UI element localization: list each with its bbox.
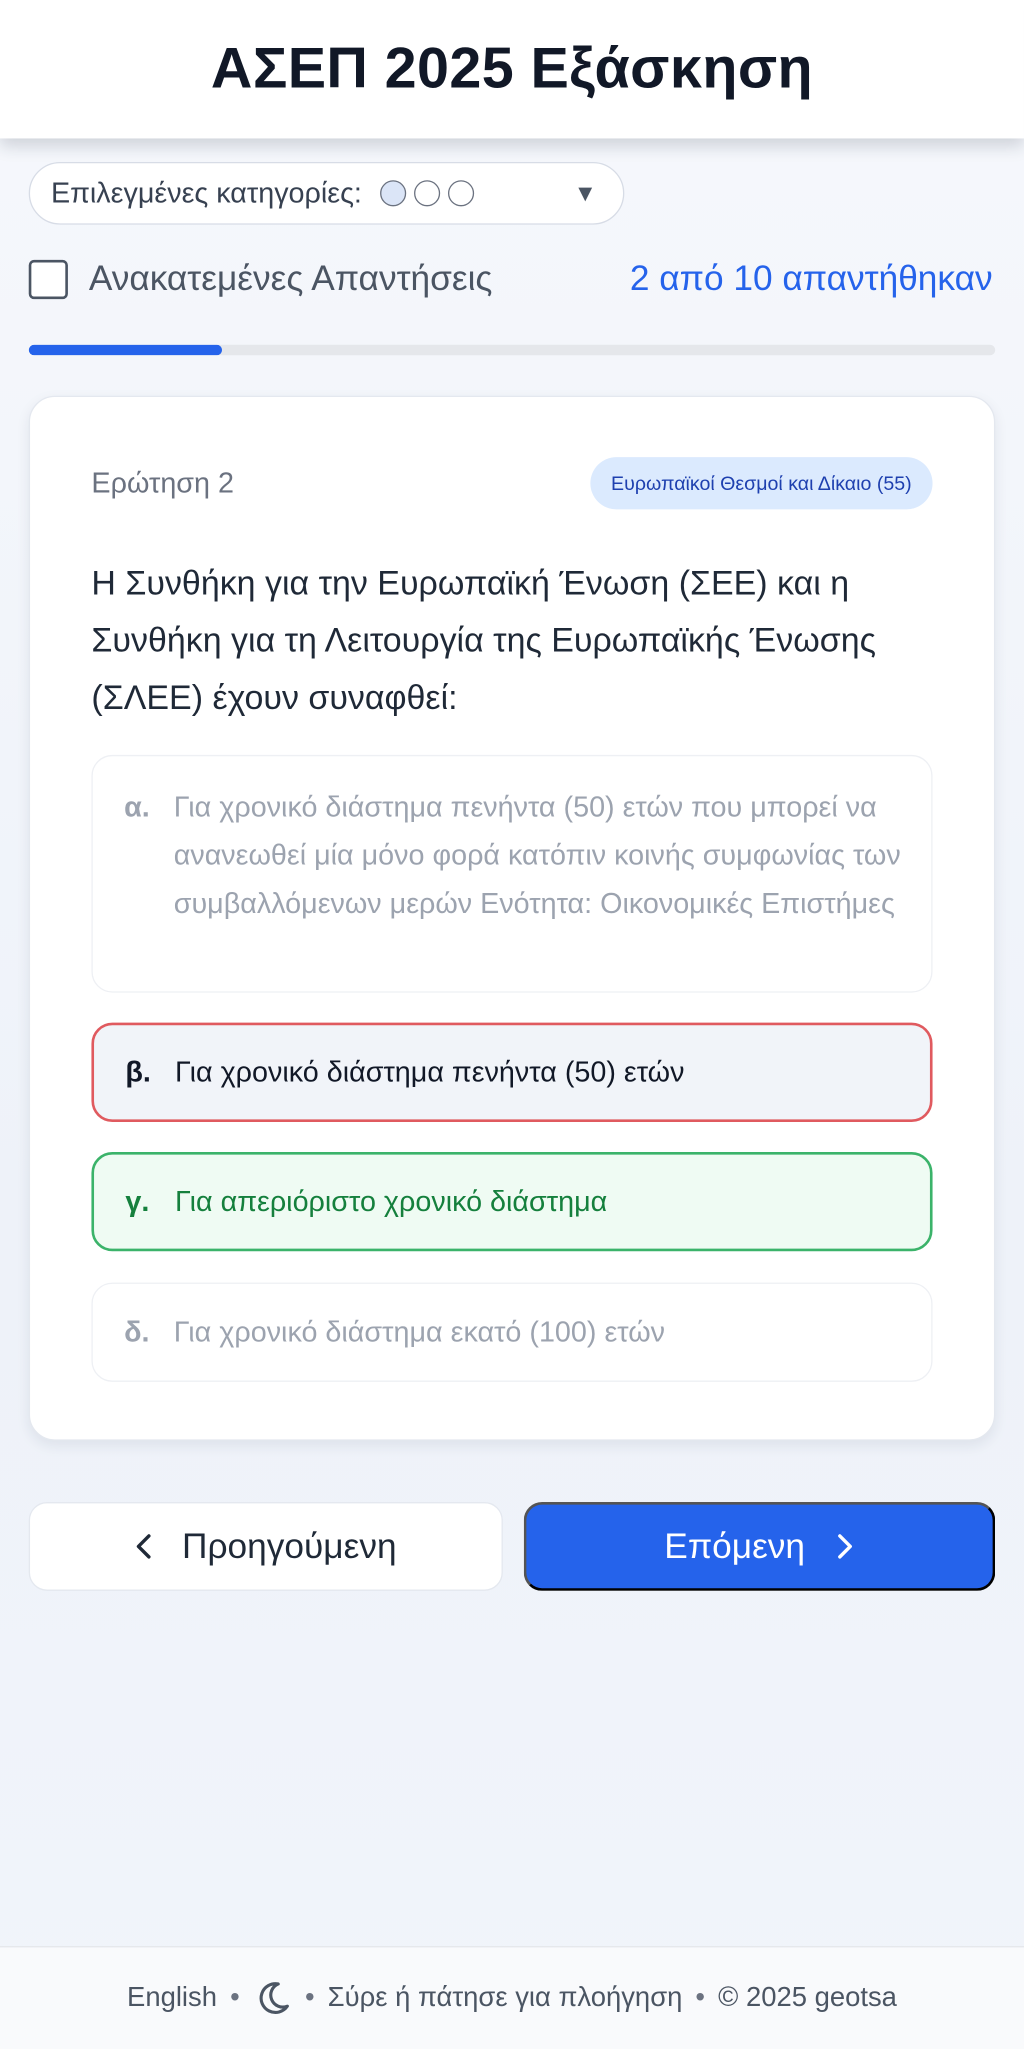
option-text: Για χρονικό διάστημα πενήντα (50) ετών π… [173, 790, 901, 920]
category-filter-label: Επιλεγμένες κατηγορίες: [50, 176, 362, 209]
answer-option-a[interactable]: α. Για χρονικό διάστημα πενήντα (50) ετώ… [91, 754, 933, 993]
option-letter: α. [124, 790, 150, 823]
navigation-hint: Σύρε ή πάτησε για πλοήγηση [327, 1982, 683, 2013]
copyright-text: © 2025 geotsa [718, 1982, 897, 2013]
shuffle-checkbox[interactable] [28, 259, 68, 299]
progress-bar-fill [28, 344, 223, 356]
category-badge: Ευρωπαϊκοί Θεσμοί και Δίκαιο (55) [590, 457, 933, 510]
question-number: Ερώτηση 2 [91, 466, 234, 499]
progress-bar [28, 344, 996, 356]
previous-button-label: Προηγούμενη [182, 1526, 397, 1566]
option-text: Για χρονικό διάστημα πενήντα (50) ετών [175, 1055, 685, 1088]
footer-separator: • [695, 1982, 706, 2013]
answered-count: 2 από 10 απαντήθηκαν [629, 258, 993, 298]
category-indicator-dot [380, 180, 407, 207]
chevron-right-icon [838, 1534, 853, 1559]
next-button-label: Επόμενη [664, 1526, 806, 1566]
app-header: ΑΣΕΠ 2025 Εξάσκηση [0, 0, 1024, 139]
footer-separator: • [230, 1982, 240, 2013]
app-screen: ΑΣΕΠ 2025 Εξάσκηση Επιλεγμένες κατηγορίε… [0, 0, 1024, 2049]
footer: English • • Σύρε ή πάτησε για πλοήγηση •… [0, 1946, 1024, 2049]
previous-button[interactable]: Προηγούμενη [28, 1502, 503, 1591]
footer-separator: • [304, 1982, 315, 2013]
answer-option-b[interactable]: β. Για χρονικό διάστημα πενήντα (50) ετώ… [91, 1022, 933, 1122]
category-indicator-dot [414, 180, 441, 207]
category-indicator-dot [448, 180, 475, 207]
category-filter-dropdown[interactable]: Επιλεγμένες κατηγορίες: ▼ [28, 161, 625, 225]
category-indicators [380, 180, 475, 207]
shuffle-label: Ανακατεμένες Απαντήσεις [88, 258, 493, 298]
moon-icon[interactable] [253, 1979, 292, 2018]
answer-option-d[interactable]: δ. Για χρονικό διάστημα εκατό (100) ετών [91, 1282, 933, 1382]
option-letter: γ. [125, 1184, 150, 1218]
option-text: Για χρονικό διάστημα εκατό (100) ετών [173, 1315, 666, 1348]
question-card: Ερώτηση 2 Ευρωπαϊκοί Θεσμοί και Δίκαιο (… [28, 395, 996, 1441]
chevron-left-icon [137, 1534, 152, 1559]
option-letter: β. [125, 1055, 151, 1088]
language-switch[interactable]: English [127, 1983, 217, 2014]
question-text: Η Συνθήκη για την Ευρωπαϊκή Ένωση (ΣΕΕ) … [91, 562, 876, 718]
page-title: ΑΣΕΠ 2025 Εξάσκηση [210, 36, 814, 101]
next-button[interactable]: Επόμενη [523, 1502, 996, 1591]
answer-option-c[interactable]: γ. Για απεριόριστο χρονικό διάστημα [91, 1151, 933, 1252]
option-letter: δ. [124, 1315, 150, 1348]
option-text: Για απεριόριστο χρονικό διάστημα [175, 1184, 608, 1218]
shuffle-answers-toggle[interactable]: Ανακατεμένες Απαντήσεις [28, 258, 493, 299]
chevron-down-icon[interactable]: ▼ [574, 180, 597, 207]
